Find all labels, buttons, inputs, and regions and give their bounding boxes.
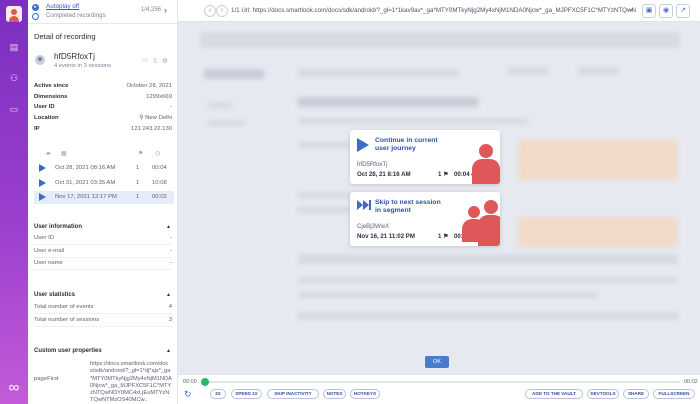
forward-button[interactable]: › xyxy=(216,5,228,17)
play-icon[interactable] xyxy=(39,164,46,172)
card-date: Nov 16, 21 11:02 PM xyxy=(357,233,415,240)
custom-prop-value: https://docs.smartlook.com/docs/sdk/andr… xyxy=(90,361,172,404)
recordings-topbar: ▸ Autoplay off Completed recordings 1/4,… xyxy=(28,0,177,24)
card-date: Oct 28, 21 8:16 AM xyxy=(357,171,411,178)
skip-session-card[interactable]: Skip to next session in segment CjeBj3Ww… xyxy=(350,192,500,246)
person-icon xyxy=(472,144,500,184)
user-info-row: User name - xyxy=(34,259,172,270)
time-total: 00:02 xyxy=(684,379,698,385)
card-events: 1 ⚑ xyxy=(438,171,449,178)
speed-2x-button[interactable]: 2X xyxy=(210,389,226,399)
session-row[interactable]: Oct 28, 2021 08:16 AM 1 00:04 xyxy=(34,162,174,175)
copy-icon[interactable]: ▣ xyxy=(642,4,656,18)
screenshot-icon[interactable]: ◉ xyxy=(659,4,673,18)
play-icon xyxy=(357,138,369,152)
users-icon[interactable]: ⚇ xyxy=(8,73,20,83)
url-dropdown-icon[interactable]: ⌄ xyxy=(628,4,635,13)
replay-stage: Continue in current user journey hfD5Rfo… xyxy=(178,22,700,374)
continue-journey-card[interactable]: Continue in current user journey hfD5Rfo… xyxy=(350,130,500,184)
url-bar: ‹ › 1/1 Url: https://docs.smartlook.com/… xyxy=(178,0,700,22)
stopwatch-icon: ◷ xyxy=(155,151,161,157)
calendar-icon: ▦ xyxy=(61,151,67,157)
skip-icon xyxy=(357,200,371,210)
app-rail: ▤ ⚇ ▭ ∞ xyxy=(0,0,28,404)
completed-icon xyxy=(32,13,39,20)
account-avatar[interactable] xyxy=(6,6,22,22)
device-icons: ▭ ▯ ◍ xyxy=(142,58,170,64)
collapse-icon: ▲ xyxy=(166,224,171,230)
recording-counter: 1/4,256 xyxy=(141,7,162,13)
timeline-handle[interactable] xyxy=(201,378,209,386)
user-icon xyxy=(35,55,45,65)
chat-icon[interactable]: ▭ xyxy=(8,104,20,114)
collapse-icon: ▲ xyxy=(166,348,171,354)
ok-button[interactable]: OK xyxy=(425,356,449,368)
user-info-row: User e-mail - xyxy=(34,247,172,258)
play-icon[interactable] xyxy=(39,179,46,187)
completed-recordings-label: Completed recordings xyxy=(46,12,106,19)
session-row-active[interactable]: Nov 17, 2021 12:17 PM 1 00:02 xyxy=(34,191,174,204)
recording-detail-panel: ▸ Autoplay off Completed recordings 1/4,… xyxy=(28,0,178,404)
play-icon[interactable] xyxy=(39,193,46,201)
add-to-vault-button[interactable]: ADD TO THE VAULT xyxy=(525,389,583,399)
timeline[interactable] xyxy=(204,381,680,383)
infinity-logo-icon[interactable]: ∞ xyxy=(5,380,23,395)
share-button[interactable]: SHARE xyxy=(623,389,649,399)
notes-button[interactable]: NOTES xyxy=(323,389,346,399)
sessions-header: ▰ ▦ ⚑ ◷ xyxy=(34,150,172,160)
open-external-icon[interactable]: ↗ xyxy=(676,4,690,18)
detail-title: Detail of recording xyxy=(34,32,96,41)
autoplay-toggle[interactable]: Autoplay off xyxy=(46,3,79,10)
hotkeys-button[interactable]: HOTKEYS xyxy=(350,389,380,399)
next-recording-button[interactable]: › xyxy=(164,5,167,15)
devtools-button[interactable]: DEVTOOLS xyxy=(587,389,619,399)
stat-row: Total number of events 4 xyxy=(34,303,172,314)
player-controls: 00:00 00:02 ↻ 2X SPEED 1X SKIP INACTIVIT… xyxy=(178,374,700,404)
camera-icon: ▰ xyxy=(46,151,51,157)
user-summary: 4 events in 3 sessions xyxy=(54,63,112,69)
card-user-id: hfD5RfoxTj xyxy=(357,161,388,168)
custom-prop-key: pageFirst xyxy=(34,376,59,382)
user-info-row: User ID - xyxy=(34,234,172,245)
replay-area: ‹ › 1/1 Url: https://docs.smartlook.com/… xyxy=(178,0,700,404)
stat-row: Total number of sessions 3 xyxy=(34,316,172,327)
replay-icon[interactable]: ↻ xyxy=(184,389,192,400)
recordings-icon[interactable]: ▤ xyxy=(8,42,20,52)
back-button[interactable]: ‹ xyxy=(204,5,216,17)
autoplay-toggle-icon[interactable]: ▸ xyxy=(32,4,39,11)
url-text[interactable]: 1/1 Url: https://docs.smartlook.com/docs… xyxy=(231,7,636,14)
time-current: 00:00 xyxy=(183,379,197,385)
skip-inactivity-button[interactable]: SKIP INACTIVITY xyxy=(267,389,319,399)
flag-icon: ⚑ xyxy=(138,151,144,157)
card-events: 1 ⚑ xyxy=(438,233,449,240)
card-user-id: CjeBj3WwX xyxy=(357,223,390,230)
person-icon xyxy=(478,200,500,246)
collapse-icon: ▲ xyxy=(166,292,171,298)
user-name: hfD5RfoxTj xyxy=(54,52,95,61)
speed-button[interactable]: SPEED 1X xyxy=(231,389,262,399)
fullscreen-button[interactable]: FULLSCREEN xyxy=(653,389,695,399)
session-row[interactable]: Oct 31, 2021 03:35 AM 1 10:08 xyxy=(34,177,174,190)
